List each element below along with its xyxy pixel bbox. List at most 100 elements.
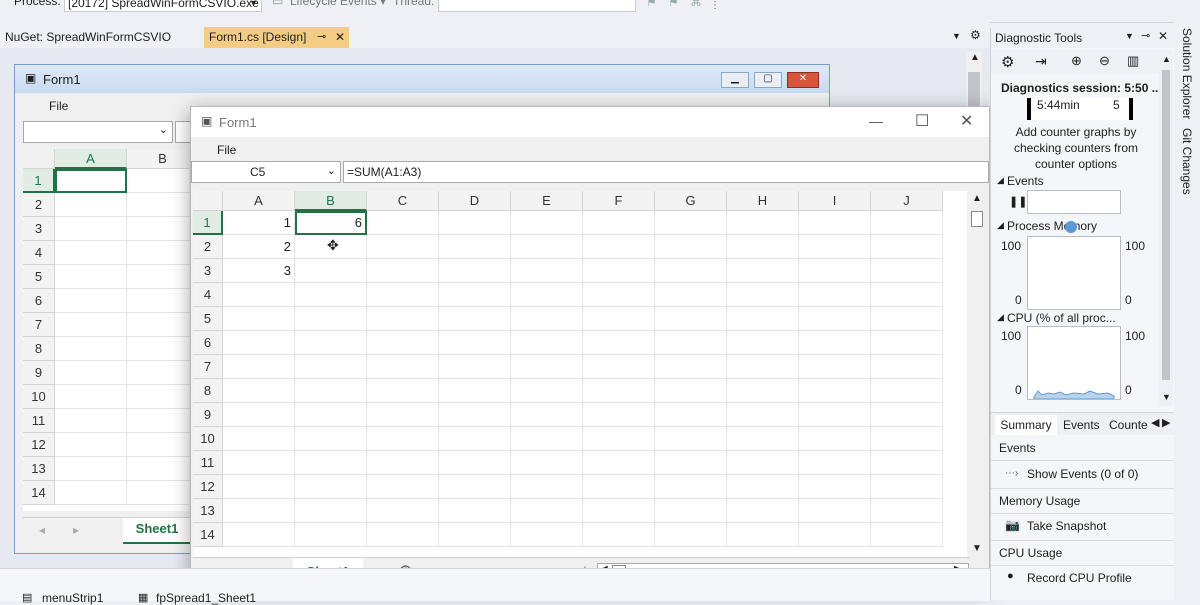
memory-graph[interactable]: [1027, 236, 1121, 310]
design-row-header[interactable]: 8: [23, 337, 55, 361]
grid-cell[interactable]: [799, 403, 871, 427]
column-header[interactable]: I: [799, 191, 871, 211]
design-row-header[interactable]: 11: [23, 409, 55, 433]
grid-cell[interactable]: [871, 379, 943, 403]
grid-cell[interactable]: [655, 475, 727, 499]
grid-cell[interactable]: [871, 427, 943, 451]
grid-cell[interactable]: [367, 355, 439, 379]
grid-cell[interactable]: [223, 523, 295, 547]
design-row-header[interactable]: 10: [23, 385, 55, 409]
git-changes-tab[interactable]: Git Changes: [1180, 128, 1194, 195]
tab-scroll-right-icon[interactable]: ▶: [1162, 416, 1170, 429]
tab-summary[interactable]: Summary: [995, 415, 1057, 435]
solution-explorer-tab[interactable]: Solution Explorer: [1180, 28, 1194, 119]
tab-events[interactable]: Events: [1063, 418, 1100, 432]
grid-cell[interactable]: [127, 433, 189, 457]
grid-cell[interactable]: [511, 331, 583, 355]
row-header[interactable]: 4: [193, 283, 223, 307]
grid-cell[interactable]: [871, 403, 943, 427]
grid-cell[interactable]: [55, 169, 127, 193]
column-header[interactable]: J: [871, 191, 943, 211]
grid-cell[interactable]: [439, 259, 511, 283]
column-header[interactable]: C: [367, 191, 439, 211]
grid-cell[interactable]: [223, 307, 295, 331]
grid-cell[interactable]: [799, 235, 871, 259]
grid-cell[interactable]: [367, 427, 439, 451]
design-row-header[interactable]: 1: [23, 169, 55, 193]
grid-cell[interactable]: [583, 355, 655, 379]
grid-cell[interactable]: [583, 499, 655, 523]
grid-cell[interactable]: [511, 379, 583, 403]
grid-cell[interactable]: [727, 451, 799, 475]
design-menu-file[interactable]: File: [49, 99, 68, 113]
grid-cell[interactable]: [583, 451, 655, 475]
grid-cell[interactable]: [55, 433, 127, 457]
design-row-header[interactable]: 2: [23, 193, 55, 217]
grid-cell[interactable]: [439, 451, 511, 475]
row-header[interactable]: 13: [193, 499, 223, 523]
grid-cell[interactable]: [223, 451, 295, 475]
row-header[interactable]: 7: [193, 355, 223, 379]
grid-cell[interactable]: [295, 331, 367, 355]
column-header[interactable]: G: [655, 191, 727, 211]
grid-cell[interactable]: [511, 211, 583, 235]
grid-cell[interactable]: [55, 337, 127, 361]
grid-cell[interactable]: [367, 475, 439, 499]
row-header[interactable]: 14: [193, 523, 223, 547]
grid-cell[interactable]: [511, 451, 583, 475]
grid-cell[interactable]: [511, 427, 583, 451]
grid-cell[interactable]: [367, 283, 439, 307]
minimize-button[interactable]: —: [869, 113, 883, 129]
grid-cell[interactable]: [55, 361, 127, 385]
pin-icon[interactable]: ⊸: [1141, 29, 1150, 42]
maximize-button[interactable]: ☐: [915, 111, 929, 131]
lifecycle-events-dropdown[interactable]: Lifecycle Events ▾: [290, 0, 386, 8]
grid-cell[interactable]: [799, 211, 871, 235]
grid-cell[interactable]: [127, 289, 189, 313]
grid-cell[interactable]: [655, 355, 727, 379]
design-row-header[interactable]: 4: [23, 241, 55, 265]
process-dropdown[interactable]: [20172] SpreadWinFormCSVIO.exe ▼: [64, 0, 262, 12]
grid-cell[interactable]: [511, 475, 583, 499]
grid-cell[interactable]: [55, 217, 127, 241]
column-header[interactable]: H: [727, 191, 799, 211]
close-button[interactable]: ✕: [960, 111, 973, 131]
take-snapshot-button[interactable]: Take Snapshot: [1027, 519, 1106, 533]
grid-cell[interactable]: [727, 523, 799, 547]
column-header[interactable]: E: [511, 191, 583, 211]
scroll-thumb[interactable]: [971, 211, 983, 227]
grid-cell[interactable]: [223, 379, 295, 403]
design-formula-bar[interactable]: [175, 121, 191, 143]
row-header[interactable]: 11: [193, 451, 223, 475]
select-all-corner[interactable]: [193, 191, 223, 211]
scroll-up-icon[interactable]: ▲: [972, 193, 982, 204]
thread-icon[interactable]: ⌘: [690, 0, 702, 9]
chevron-down-icon[interactable]: ⌄: [327, 164, 336, 177]
grid-cell[interactable]: [871, 331, 943, 355]
grid-cell[interactable]: [127, 481, 189, 505]
name-box[interactable]: C5 ⌄: [191, 161, 341, 183]
gear-icon[interactable]: ⚙: [970, 28, 981, 42]
grid-cell[interactable]: [871, 499, 943, 523]
run-menu-file[interactable]: File: [217, 143, 236, 157]
tray-item-menustrip[interactable]: menuStrip1: [42, 591, 103, 605]
overflow-icon[interactable]: ⋮: [710, 0, 720, 11]
row-header[interactable]: 9: [193, 403, 223, 427]
tray-item-sheet[interactable]: fpSpread1_Sheet1: [156, 591, 256, 605]
grid-cell[interactable]: [583, 379, 655, 403]
run-spreadsheet[interactable]: A B C D E F G H I J 1 1 6 2 2 3 3 4 5 6 7 8 9 10 11 12 13 14 ✥: [193, 191, 967, 557]
design-col-header[interactable]: A: [55, 149, 127, 169]
row-header[interactable]: 1: [193, 211, 223, 235]
row-header[interactable]: 2: [193, 235, 223, 259]
row-header[interactable]: 6: [193, 331, 223, 355]
grid-cell[interactable]: [655, 379, 727, 403]
grid-cell[interactable]: [295, 403, 367, 427]
grid-cell[interactable]: [655, 331, 727, 355]
grid-cell[interactable]: [655, 307, 727, 331]
row-header[interactable]: 10: [193, 427, 223, 451]
grid-cell[interactable]: [295, 451, 367, 475]
grid-cell[interactable]: [439, 331, 511, 355]
grid-cell[interactable]: 3: [223, 259, 295, 283]
grid-cell[interactable]: [511, 403, 583, 427]
grid-cell[interactable]: [367, 331, 439, 355]
